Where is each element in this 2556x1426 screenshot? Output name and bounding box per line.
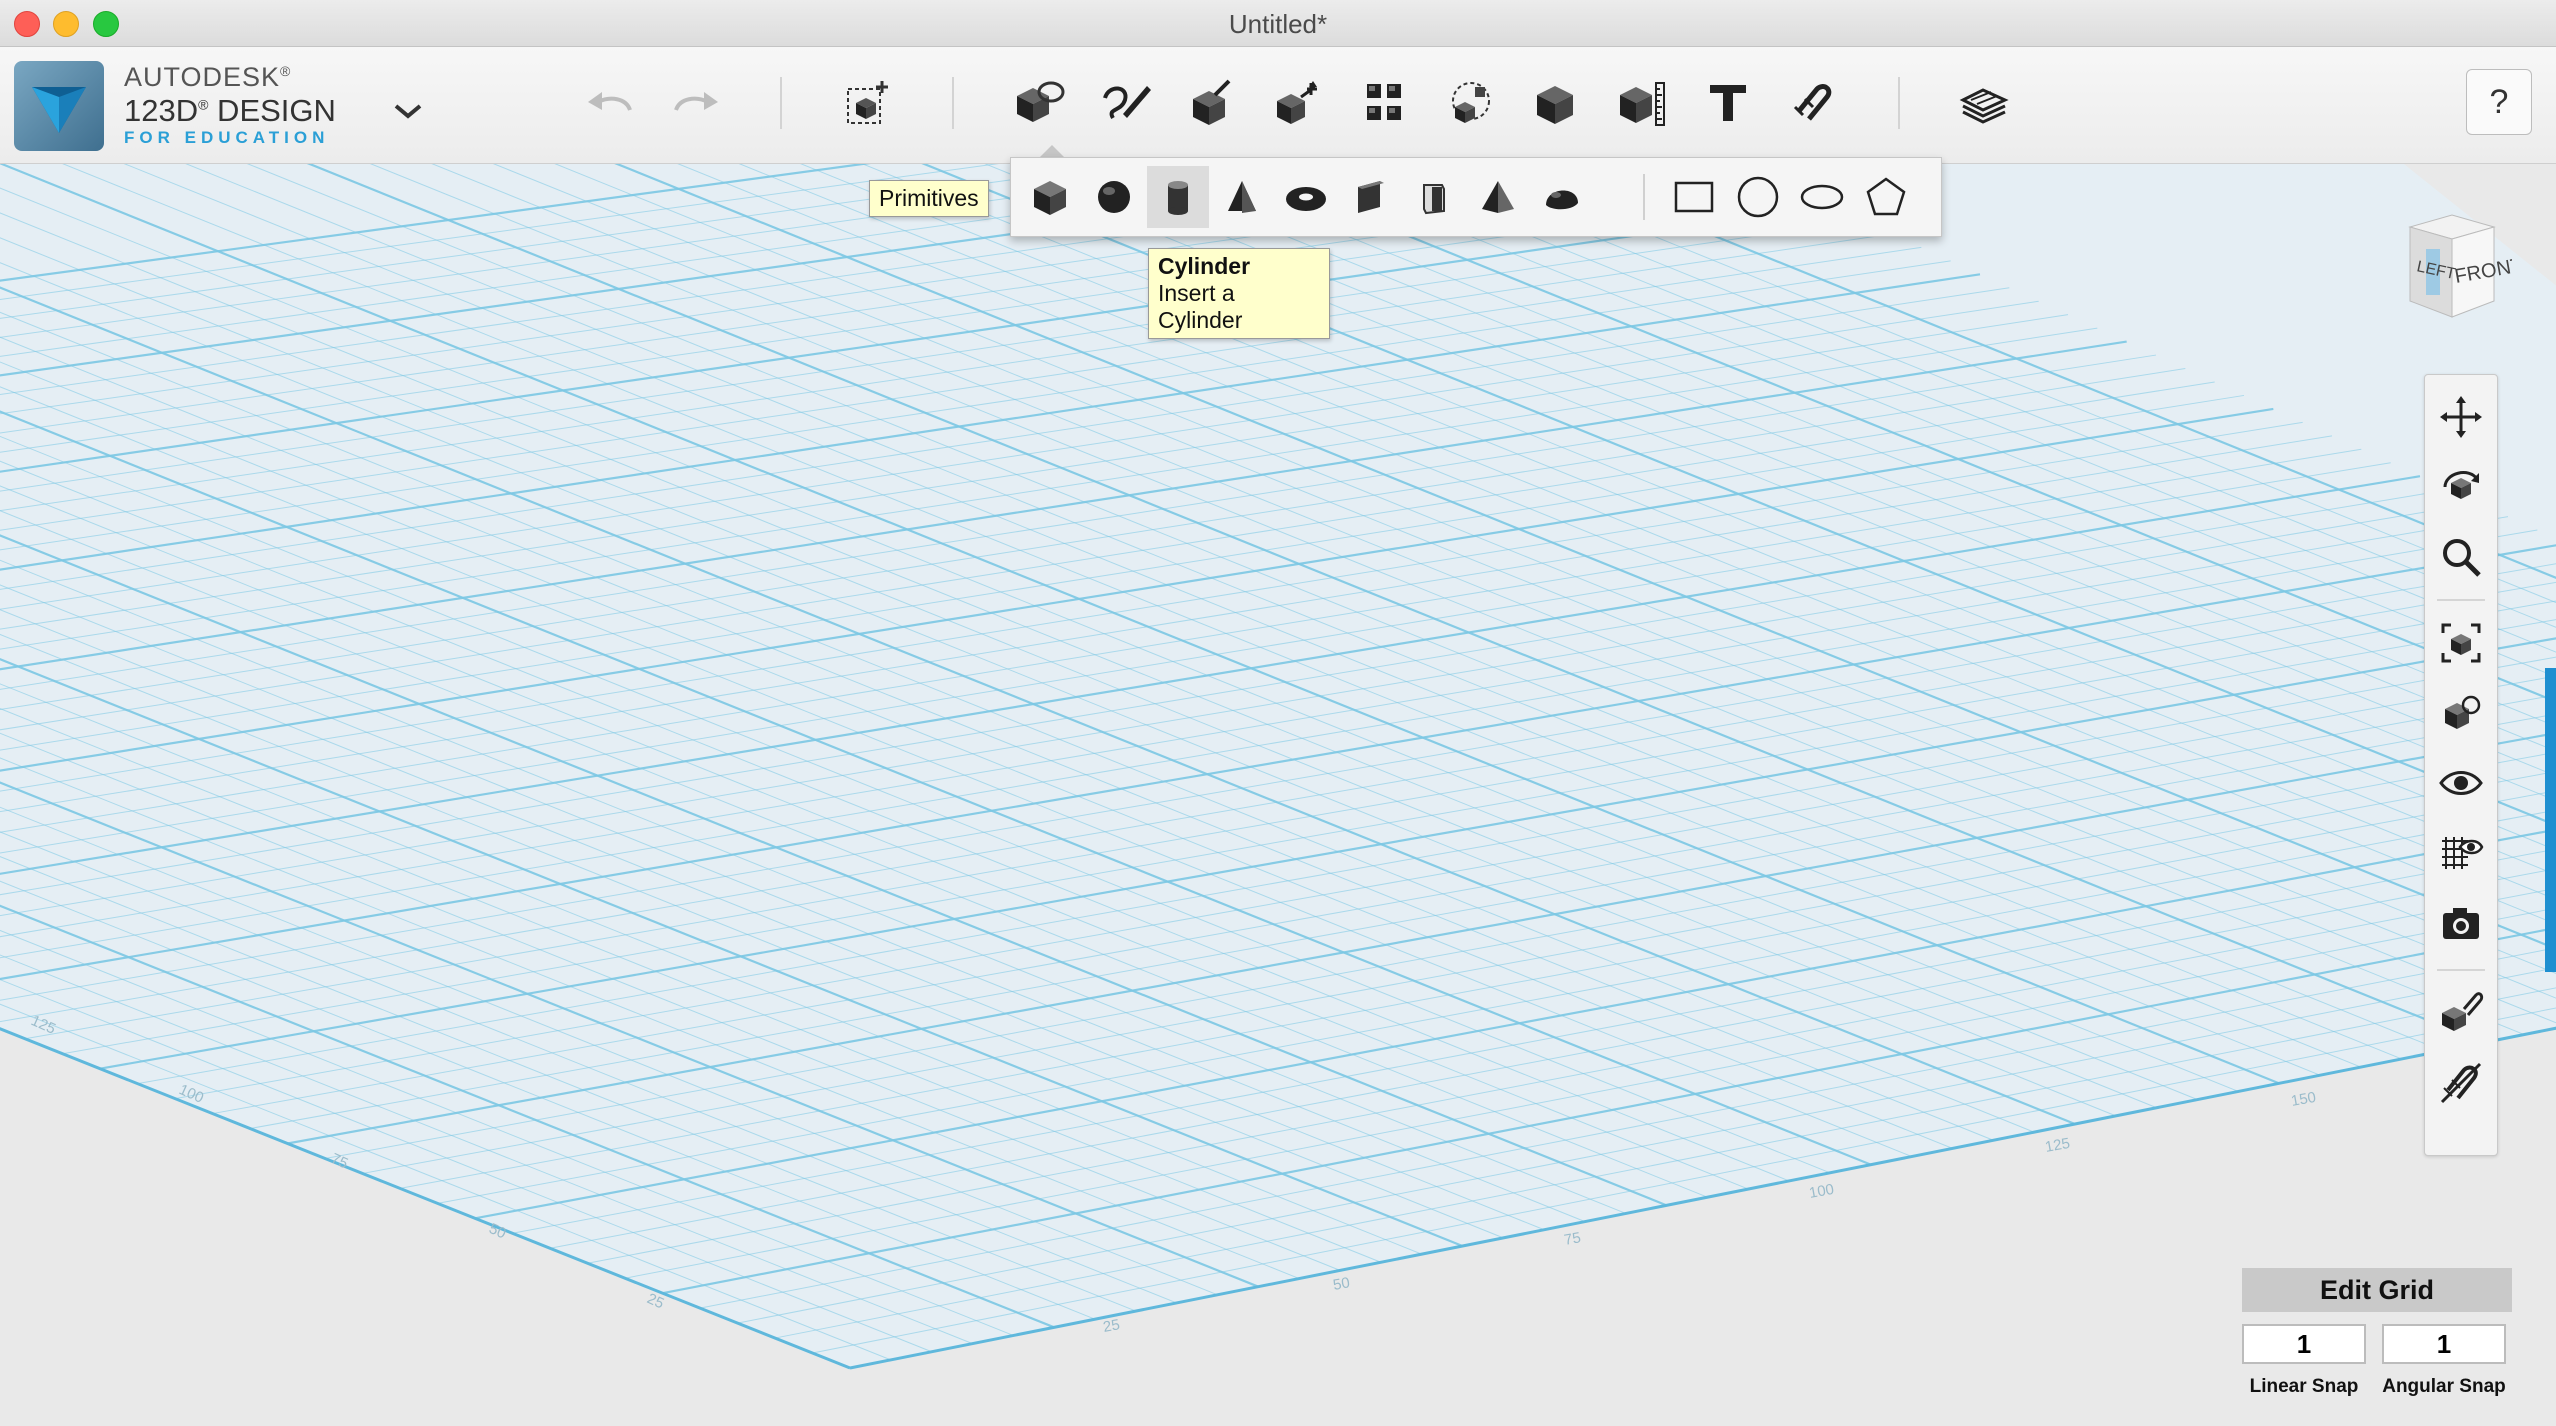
grid-tick-label: 75: [1563, 1229, 1582, 1249]
cone-icon[interactable]: [1211, 166, 1273, 228]
prism-icon[interactable]: [1403, 166, 1465, 228]
navbar-divider: [2437, 969, 2485, 971]
linear-snap-label: Linear Snap: [2249, 1376, 2359, 1397]
app-logo-icon[interactable]: [14, 61, 104, 151]
primitives-tooltip: Primitives: [869, 180, 989, 217]
visibility-icon[interactable]: [2433, 755, 2489, 811]
hemisphere-icon[interactable]: [1531, 166, 1593, 228]
sphere-icon[interactable]: [1083, 166, 1145, 228]
box-icon[interactable]: [1019, 166, 1081, 228]
angular-snap-label: Angular Snap: [2382, 1376, 2506, 1397]
side-panel-handle[interactable]: [2545, 668, 2556, 972]
circle-icon[interactable]: [1727, 166, 1789, 228]
grid-tick-label: 25: [1102, 1316, 1121, 1336]
fit-icon[interactable]: [2433, 615, 2489, 671]
polygon-icon[interactable]: [1855, 166, 1917, 228]
pattern-icon[interactable]: [1354, 73, 1414, 133]
toolbar-divider: [780, 77, 782, 129]
angular-snap-field[interactable]: 1: [2382, 1324, 2506, 1364]
text-icon[interactable]: [1698, 73, 1758, 133]
cylinder-tooltip: Cylinder Insert a Cylinder: [1148, 248, 1330, 339]
navbar-divider: [2437, 599, 2485, 601]
cylinder-tooltip-title: Cylinder: [1158, 253, 1251, 279]
main-toolbar: AUTODESK® 123D® DESIGN FOR EDUCATION ?: [0, 47, 2556, 164]
cylinder-tooltip-description: Insert a Cylinder: [1158, 280, 1243, 333]
primitives-flyout: [1010, 157, 1942, 237]
undo-icon[interactable]: [580, 73, 640, 133]
materials-icon[interactable]: [1954, 73, 2014, 133]
primitives-icon[interactable]: [1010, 73, 1070, 133]
linear-snap-field[interactable]: 1: [2242, 1324, 2366, 1364]
app-menu-chevron-down-icon[interactable]: [392, 99, 424, 123]
brand-edition: FOR EDUCATION: [124, 128, 330, 147]
snapshot-icon[interactable]: [2433, 895, 2489, 951]
cylinder-icon[interactable]: [1147, 166, 1209, 228]
window-title: Untitled*: [1228, 9, 1328, 39]
grid-tick-label: 50: [1332, 1274, 1351, 1294]
help-button[interactable]: ?: [2466, 69, 2532, 135]
sketch-icon[interactable]: [1096, 73, 1156, 133]
edit-grid-button[interactable]: Edit Grid: [2242, 1268, 2512, 1312]
view-perspective-icon[interactable]: [2433, 685, 2489, 741]
hide-snap-icon[interactable]: [2433, 1055, 2489, 1111]
zoom-icon[interactable]: [2433, 529, 2489, 585]
grid-visibility-icon[interactable]: [2433, 825, 2489, 881]
flyout-notch: [1040, 145, 1064, 157]
navigation-bar: [2424, 374, 2498, 1156]
rectangle-icon[interactable]: [1663, 166, 1725, 228]
flyout-divider: [1643, 174, 1645, 220]
construct-icon[interactable]: [1182, 73, 1242, 133]
toolbar-divider: [952, 77, 954, 129]
grouping-icon[interactable]: [1440, 73, 1500, 133]
modify-icon[interactable]: [1268, 73, 1328, 133]
pyramid-icon[interactable]: [1467, 166, 1529, 228]
torus-icon[interactable]: [1275, 166, 1337, 228]
3d-viewport[interactable]: 125 100 75 50 25 25 50 75 100 125 150 LEFT FRONT: [0, 164, 2556, 1426]
ellipse-icon[interactable]: [1791, 166, 1853, 228]
material-icon[interactable]: [2433, 985, 2489, 1041]
ground-grid: 125100755025255075100125150: [0, 164, 2556, 1426]
pan-icon[interactable]: [2433, 389, 2489, 445]
combine-icon[interactable]: [1526, 73, 1586, 133]
edit-grid-panel: Edit Grid 1 1 Linear Snap Angular Snap: [2242, 1268, 2512, 1408]
brand-product: 123D® DESIGN: [124, 93, 336, 128]
new-part-icon[interactable]: [838, 73, 898, 133]
redo-icon[interactable]: [666, 73, 726, 133]
measure-icon[interactable]: [1612, 73, 1672, 133]
brand-autodesk: AUTODESK®: [124, 62, 292, 92]
wedge-icon[interactable]: [1339, 166, 1401, 228]
snap-icon[interactable]: [1784, 73, 1844, 133]
view-cube[interactable]: LEFT FRONT: [2382, 205, 2525, 335]
title-bar: Untitled*: [0, 0, 2556, 47]
toolbar-divider: [1898, 77, 1900, 129]
orbit-icon[interactable]: [2433, 459, 2489, 515]
